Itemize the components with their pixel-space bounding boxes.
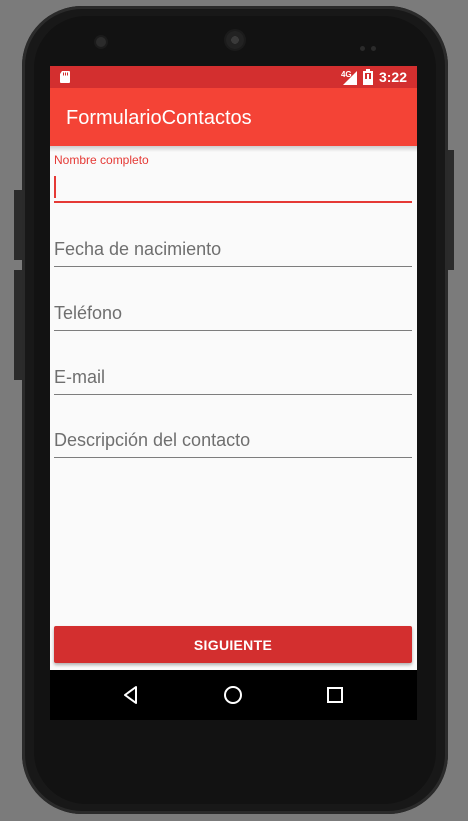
back-icon: [124, 686, 137, 704]
email-placeholder: E-mail: [54, 367, 106, 387]
email-field[interactable]: E-mail: [54, 362, 412, 396]
telefono-field[interactable]: Teléfono: [54, 298, 412, 332]
text-cursor: [54, 176, 56, 198]
signal-icon: 4G: [339, 69, 357, 85]
status-bar: 4G 3:22: [50, 66, 417, 88]
nombre-underline: [54, 201, 412, 203]
emulator-frame: 4G 3:22 FormularioContactos Nombre compl…: [0, 0, 468, 821]
app-title: FormularioContactos: [66, 107, 252, 129]
device-screen: 4G 3:22 FormularioContactos Nombre compl…: [50, 66, 417, 720]
siguiente-button-label: SIGUIENTE: [193, 637, 273, 653]
descripcion-underline: [54, 457, 412, 458]
status-icons: 4G 3:22: [339, 68, 407, 86]
descripcion-placeholder: Descripción del contacto: [54, 430, 251, 450]
siguiente-button[interactable]: SIGUIENTE: [54, 626, 412, 663]
status-time: 3:22: [378, 69, 407, 85]
nombre-field[interactable]: Nombre completo: [54, 152, 412, 204]
email-underline: [54, 394, 412, 395]
nav-recents-button[interactable]: [305, 670, 365, 720]
nav-home-button[interactable]: [203, 670, 263, 720]
fecha-nacimiento-field[interactable]: Fecha de nacimiento: [54, 234, 412, 268]
descripcion-field[interactable]: Descripción del contacto: [54, 425, 412, 459]
volume-up-button: [14, 190, 22, 260]
nombre-label: Nombre completo: [54, 153, 149, 167]
battery-icon: [362, 69, 373, 85]
navigation-bar: [50, 670, 417, 720]
fecha-placeholder: Fecha de nacimiento: [54, 239, 222, 259]
front-camera: [96, 37, 106, 47]
telefono-placeholder: Teléfono: [54, 303, 123, 323]
power-button: [448, 150, 454, 270]
recents-icon: [327, 687, 343, 703]
nav-back-button[interactable]: [101, 670, 161, 720]
earpiece-speaker: [226, 31, 244, 49]
telefono-underline: [54, 330, 412, 331]
sd-card-icon: [60, 71, 70, 83]
volume-down-button: [14, 270, 22, 380]
proximity-sensors: [360, 38, 382, 51]
app-bar: FormularioContactos: [50, 88, 417, 146]
fecha-underline: [54, 266, 412, 267]
home-icon: [224, 686, 242, 704]
